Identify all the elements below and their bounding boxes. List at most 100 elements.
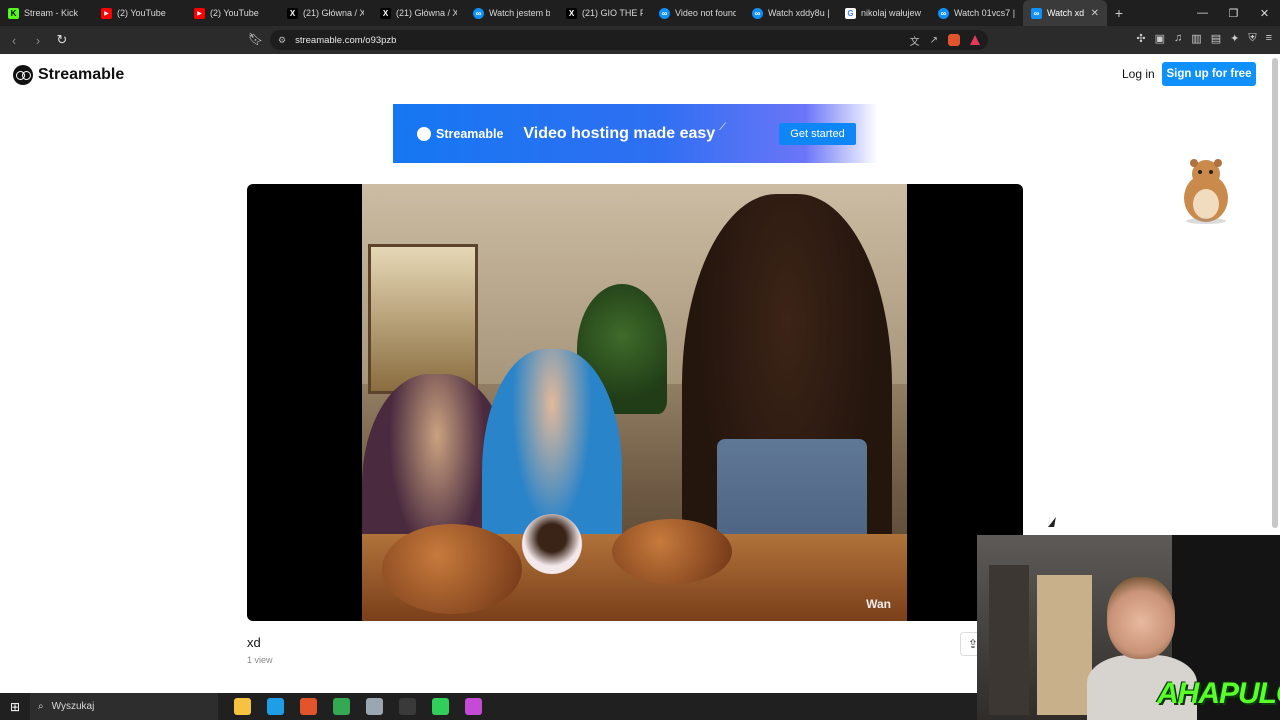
- close-window-icon[interactable]: ✕: [1249, 7, 1280, 20]
- tab-title: (21) Główna / X: [303, 8, 364, 18]
- translate-icon[interactable]: 文: [910, 33, 920, 48]
- brave-rewards-icon[interactable]: [970, 35, 980, 45]
- tab-title: Stream - Kick: [24, 8, 79, 18]
- taskbar-apps: [234, 698, 482, 715]
- streamable-logo-icon: [13, 65, 33, 85]
- webcam-overlay-text: AHAPULCO: [1157, 677, 1280, 710]
- kick-app-icon[interactable]: [465, 698, 482, 715]
- sidebar-icon[interactable]: ▥: [1191, 32, 1201, 45]
- tab-4[interactable]: X (21) Główna / X: [372, 0, 465, 26]
- tab-7[interactable]: ∞ Video not found: [651, 0, 744, 26]
- webcam-overlay: AHAPULCO: [977, 535, 1280, 720]
- tab-list: K Stream - Kick ▶ (2) YouTube ▶ (2) YouTube X (…: [0, 0, 1023, 26]
- extensions-icon[interactable]: ✣: [1136, 32, 1145, 45]
- banner-logo-icon: [417, 126, 431, 141]
- browser-tab-strip: K Stream - Kick ▶ (2) YouTube ▶ (2) YouTube X (…: [0, 0, 1280, 26]
- page-scrollbar[interactable]: [1272, 58, 1278, 528]
- tab-6[interactable]: X (21) GIO THE PIE: [558, 0, 651, 26]
- forward-icon[interactable]: ›: [28, 33, 48, 48]
- back-icon[interactable]: ‹: [4, 33, 24, 48]
- tab-title: Watch jestem bi: [489, 8, 550, 18]
- banner-brand: Streamable: [436, 126, 504, 141]
- search-icon: ⌕: [38, 701, 44, 712]
- x-icon: X: [287, 7, 298, 19]
- tab-title: Watch xd: [1047, 8, 1085, 18]
- banner-tagline: Video hosting made easy: [523, 124, 716, 142]
- url-text[interactable]: streamable.com/o93pzb: [295, 35, 396, 46]
- tab-8[interactable]: ∞ Watch xddy8u | S: [744, 0, 837, 26]
- chrome-icon[interactable]: [333, 698, 350, 715]
- streamable-icon: ∞: [659, 7, 670, 19]
- menu-icon[interactable]: ≡: [1266, 32, 1272, 45]
- address-bar[interactable]: ⚙ streamable.com/o93pzb 文 ↗: [270, 30, 988, 50]
- tab-title: (2) YouTube: [117, 8, 166, 18]
- tab-active[interactable]: ∞ Watch xd ✕: [1023, 0, 1107, 26]
- tab-10[interactable]: ∞ Watch 01vcs7 | S: [930, 0, 1023, 26]
- leo-ai-icon[interactable]: ✦: [1230, 32, 1239, 45]
- tab-title: Video not found: [675, 8, 736, 18]
- video-watermark: Wan: [866, 597, 891, 611]
- tab-9[interactable]: Gnikolaj wałujew: [837, 0, 930, 26]
- tab-title: (21) Główna / X: [396, 8, 457, 18]
- youtube-icon: ▶: [194, 7, 205, 19]
- window-controls: — ❐ ✕: [1187, 7, 1280, 20]
- mouse-cursor: [1048, 517, 1056, 527]
- view-count: 1 view: [247, 655, 273, 665]
- logo-text: Streamable: [38, 66, 125, 83]
- video-player[interactable]: Wan: [247, 184, 1023, 621]
- minimize-icon[interactable]: —: [1187, 7, 1218, 20]
- get-started-button[interactable]: Get started: [779, 123, 856, 145]
- windows-start-icon[interactable]: ⊞: [0, 700, 30, 714]
- edge-icon[interactable]: [267, 698, 284, 715]
- reload-icon[interactable]: ↻: [52, 32, 72, 48]
- obs-icon[interactable]: [399, 698, 416, 715]
- streamable-icon: ∞: [752, 7, 763, 19]
- streamable-icon: ∞: [473, 7, 484, 19]
- file-explorer-icon[interactable]: [234, 698, 251, 715]
- tab-1[interactable]: ▶ (2) YouTube: [93, 0, 186, 26]
- sparkle-icon: ⟋: [719, 122, 727, 133]
- browser-toolbar: ‹ › ↻ 🔖︎ ⚙ streamable.com/o93pzb 文 ↗ ✣ ▣…: [0, 26, 1280, 54]
- x-icon: X: [566, 7, 577, 19]
- share-icon[interactable]: ↗: [930, 35, 938, 46]
- restore-icon[interactable]: ❐: [1218, 7, 1249, 20]
- youtube-icon: ▶: [101, 7, 112, 19]
- kick-icon: K: [8, 7, 19, 19]
- taskbar-search[interactable]: ⌕ Wyszukaj: [30, 693, 218, 720]
- tab-title: Watch 01vcs7 | S: [954, 8, 1015, 18]
- wallet-icon[interactable]: ▤: [1211, 32, 1221, 45]
- ad-banner[interactable]: Streamable Video hosting made easy ⟋ Get…: [393, 104, 878, 163]
- bookmark-icon[interactable]: 🔖︎: [248, 32, 263, 46]
- streamable-icon: ∞: [938, 7, 949, 19]
- tab-title: Watch xddy8u | S: [768, 8, 829, 18]
- close-tab-icon[interactable]: ✕: [1091, 8, 1099, 19]
- extension-icons: ✣ ▣ ♫ ▥ ▤ ✦ ⛨ ≡: [1136, 32, 1272, 45]
- video-title: xd: [247, 635, 261, 650]
- video-frame: Wan: [362, 184, 907, 621]
- streamable-icon: ∞: [1031, 7, 1042, 19]
- screenshot-icon[interactable]: ▣: [1155, 32, 1165, 45]
- streamable-logo[interactable]: Streamable: [13, 65, 124, 85]
- tab-5[interactable]: ∞ Watch jestem bi: [465, 0, 558, 26]
- google-icon: G: [845, 7, 856, 19]
- files-icon[interactable]: [366, 698, 383, 715]
- brave-icon[interactable]: [300, 698, 317, 715]
- x-icon: X: [380, 7, 391, 19]
- vpn-icon[interactable]: ⛨: [1248, 32, 1256, 45]
- taskbar-search-placeholder: Wyszukaj: [51, 701, 95, 712]
- new-tab-button[interactable]: +: [1107, 5, 1131, 21]
- media-icon[interactable]: ♫: [1174, 32, 1182, 45]
- brave-shields-icon[interactable]: [948, 34, 960, 46]
- tab-0[interactable]: K Stream - Kick: [0, 0, 93, 26]
- tab-3[interactable]: X (21) Główna / X: [279, 0, 372, 26]
- tab-2[interactable]: ▶ (2) YouTube: [186, 0, 279, 26]
- play-icon[interactable]: [432, 698, 449, 715]
- tab-title: nikolaj wałujew: [861, 8, 922, 18]
- hamster-sticker: [1184, 159, 1228, 224]
- signup-button[interactable]: Sign up for free: [1162, 62, 1256, 86]
- site-info-icon[interactable]: ⚙: [278, 35, 286, 46]
- windows-taskbar: ⊞ ⌕ Wyszukaj: [0, 693, 977, 720]
- banner-logo: Streamable: [417, 126, 504, 141]
- login-link[interactable]: Log in: [1122, 67, 1155, 81]
- tab-title: (21) GIO THE PIE: [582, 8, 643, 18]
